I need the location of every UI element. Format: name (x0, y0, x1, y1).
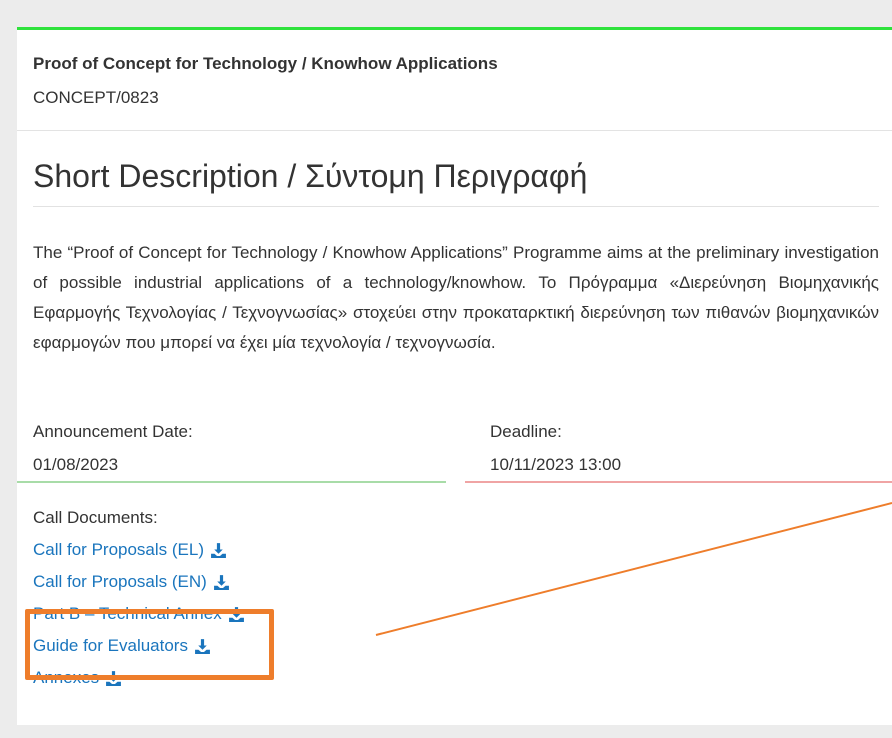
doc-link-technical-annex[interactable]: Part B – Technical Annex (33, 604, 245, 624)
download-icon (213, 574, 229, 590)
section-divider (33, 206, 879, 207)
doc-link-label: Call for Proposals (EL) (33, 540, 205, 559)
doc-link-annexes[interactable]: Annexes (33, 668, 122, 688)
doc-link-guide-for-evaluators[interactable]: Guide for Evaluators (33, 636, 211, 656)
download-icon (106, 670, 122, 686)
section-title: Short Description / Σύντομη Περιγραφή (33, 158, 588, 194)
programme-code: CONCEPT/0823 (33, 88, 159, 107)
download-icon (211, 542, 226, 558)
call-documents-label: Call Documents: (33, 508, 158, 527)
call-card: Proof of Concept for Technology / Knowho… (17, 27, 892, 725)
doc-link-label: Call for Proposals (EN) (33, 572, 207, 591)
description-text: The “Proof of Concept for Technology / K… (33, 243, 879, 352)
doc-link-call-for-proposals-el[interactable]: Call for Proposals (EL) (33, 540, 227, 560)
announcement-date-label: Announcement Date: (33, 422, 193, 441)
programme-title: Proof of Concept for Technology / Knowho… (33, 54, 498, 73)
doc-link-label: Annexes (33, 668, 100, 687)
download-icon (228, 606, 244, 622)
doc-link-label: Guide for Evaluators (33, 636, 188, 655)
announcement-date-underline (17, 481, 446, 483)
deadline-label: Deadline: (490, 422, 562, 441)
card-header: Proof of Concept for Technology / Knowho… (17, 30, 892, 131)
doc-link-label: Part B – Technical Annex (33, 604, 222, 623)
doc-link-call-for-proposals-en[interactable]: Call for Proposals (EN) (33, 572, 230, 592)
deadline-value: 10/11/2023 13:00 (490, 455, 622, 474)
deadline-underline (465, 481, 892, 483)
download-icon (195, 638, 210, 654)
announcement-date-value: 01/08/2023 (33, 455, 119, 474)
